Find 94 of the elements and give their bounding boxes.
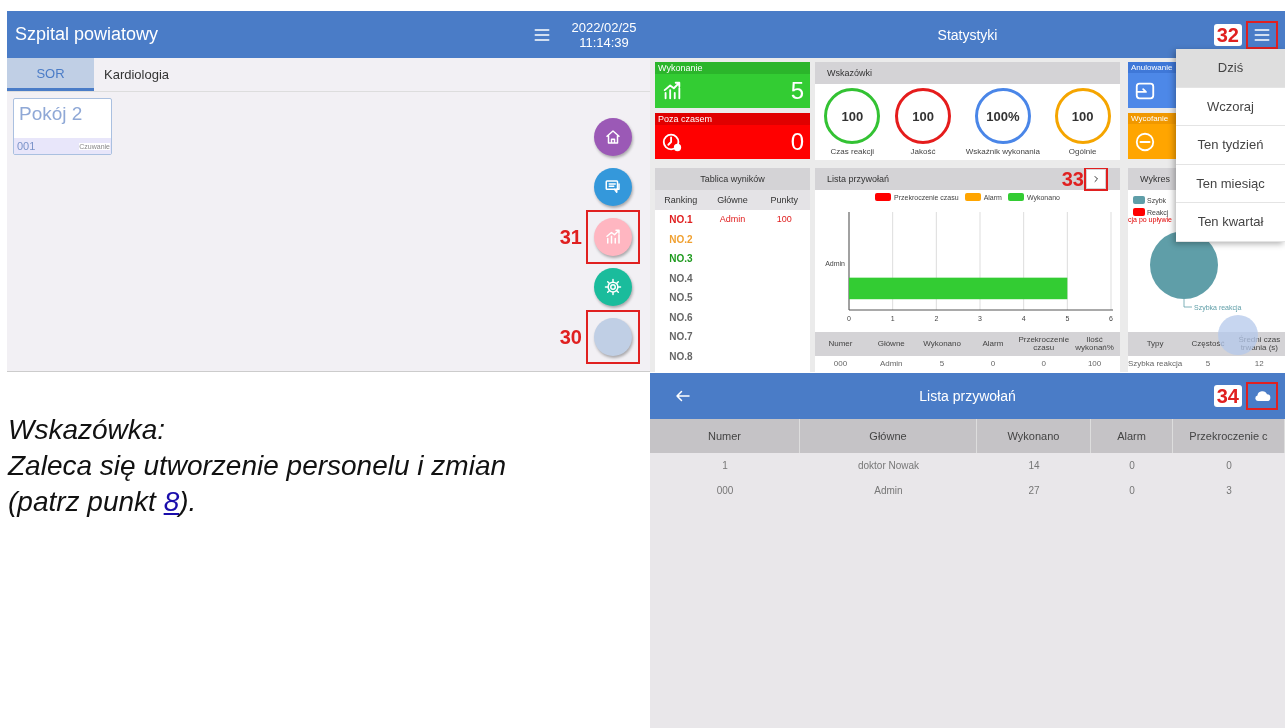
score-ring: 100	[824, 88, 881, 144]
chat-icon	[604, 178, 622, 196]
rank-label: NO.1	[669, 214, 693, 225]
table-cell-text: 12	[1253, 358, 1265, 370]
screen-title: Statystyki	[937, 26, 998, 43]
table-cell-text: Szybka reakcja	[1128, 358, 1183, 370]
column-header: Punkty	[758, 190, 810, 210]
chart-button[interactable]	[594, 218, 632, 256]
table-cell-text: Admin	[718, 213, 747, 226]
screen-title: Lista przywołań	[919, 388, 1016, 404]
rank-label: NO.8	[669, 350, 693, 362]
table-cell-text: 27	[1027, 484, 1041, 498]
tip-title: Wskazówka:	[8, 413, 167, 447]
tab[interactable]: Kardiologia	[94, 58, 180, 91]
table-cell-text: 5	[1204, 358, 1212, 370]
table-cell-text: Admin	[878, 358, 904, 370]
table-cell-text: 000	[715, 484, 735, 498]
chart-icon	[661, 80, 683, 102]
table-cell-text: doktor Nowak	[856, 459, 921, 473]
rank-label: NO.6	[669, 311, 693, 323]
rank-label: NO.7	[669, 331, 693, 342]
score-ring: 100%	[974, 88, 1031, 144]
column-header: Przekroczenie c	[1173, 419, 1285, 453]
round-button[interactable]	[594, 318, 632, 356]
date: 2022/02/25	[571, 19, 637, 35]
table-cell-text: 0	[989, 358, 997, 370]
ring-label: Wskaźnik wykonania	[965, 147, 1040, 156]
column-header: Główne	[706, 190, 759, 210]
room-name: Pokój 2	[18, 102, 84, 126]
bed-number: 001	[17, 140, 36, 152]
score-ring: 100	[1054, 88, 1111, 144]
table-cell-text: 000	[832, 358, 849, 370]
ring-label: Czas reakcji	[830, 147, 875, 156]
column-header: Główne	[800, 419, 977, 453]
chat-button[interactable]	[594, 168, 632, 206]
settings-icon	[604, 278, 622, 296]
leader-line	[1183, 298, 1192, 308]
table-cell-text: 100	[775, 213, 793, 226]
app-title: Szpital powiatowy	[15, 24, 160, 45]
no-entry-icon	[1134, 130, 1156, 153]
ring-label: Jakość	[910, 147, 936, 156]
menu-item[interactable]: Wczoraj	[1176, 87, 1285, 126]
panel-title: Tablica wyników	[700, 174, 765, 184]
callout-number: 30	[559, 325, 582, 349]
card-title: Poza czasem	[655, 113, 810, 125]
column-header: Wykonano	[916, 332, 968, 356]
score-ring: 100	[895, 88, 952, 144]
table-cell-text: 0	[1225, 459, 1233, 473]
column-header: Alarm	[1091, 419, 1173, 453]
home-button[interactable]	[594, 118, 632, 156]
column-header: Przekroczenie czasu	[1018, 332, 1070, 356]
column-header: Wykonano	[977, 419, 1091, 453]
time: 11:14:39	[579, 34, 629, 50]
column-header: Ilość wykonań%	[1069, 332, 1120, 356]
card-value: 0	[790, 128, 804, 156]
callout-number: 33	[1061, 168, 1084, 191]
panel-title: Wykres	[1140, 174, 1170, 184]
column-header: Główne	[865, 332, 917, 356]
table-cell-text: 0	[1040, 358, 1047, 370]
gear-button[interactable]	[594, 268, 632, 306]
panel-title: Lista przywołań	[827, 174, 891, 184]
table-cell-text: 1	[721, 459, 729, 473]
table-cell-text: 0	[1128, 484, 1136, 498]
rank-label: NO.3	[669, 253, 693, 264]
menu-item[interactable]: Dziś	[1176, 49, 1285, 88]
column-header: Alarm	[967, 332, 1019, 356]
panel-title: Wskazówki	[827, 68, 872, 78]
menu-item[interactable]: Ten miesiąc	[1176, 164, 1285, 203]
clock-icon	[661, 131, 683, 153]
home-icon	[604, 128, 622, 146]
tip-text: Zaleca się utworzenie personelu i zmian (patrz punkt 8).	[8, 449, 508, 519]
rank-label: NO.4	[669, 272, 693, 284]
table-cell-text: 100	[1086, 358, 1103, 370]
callout-number: 31	[559, 225, 582, 249]
table-cell-text: Admin	[873, 484, 904, 498]
table-cell-text: 14	[1027, 459, 1041, 473]
column-header: Numer	[815, 332, 866, 356]
rank-label: NO.2	[669, 233, 693, 245]
table-cell-text: 3	[1225, 484, 1233, 498]
menu-item[interactable]: Ten tydzień	[1176, 126, 1285, 165]
pie-slice	[1149, 231, 1218, 299]
menu-item[interactable]: Ten kwartał	[1176, 203, 1285, 242]
column-header: Typy	[1128, 332, 1183, 356]
chart-icon	[604, 228, 622, 246]
callout-number: 34	[1213, 385, 1242, 407]
column-header: Numer	[650, 419, 800, 453]
rank-label: NO.5	[669, 292, 693, 303]
callout-number: 32	[1213, 23, 1242, 46]
card-value: 5	[790, 77, 804, 105]
table-cell-text: 5	[938, 358, 946, 370]
ring-label: Ogólnie	[1068, 147, 1097, 156]
column-header: Ranking	[655, 190, 707, 210]
card-title: Wykonanie	[655, 62, 810, 74]
table-cell-text: 0	[1128, 459, 1136, 473]
